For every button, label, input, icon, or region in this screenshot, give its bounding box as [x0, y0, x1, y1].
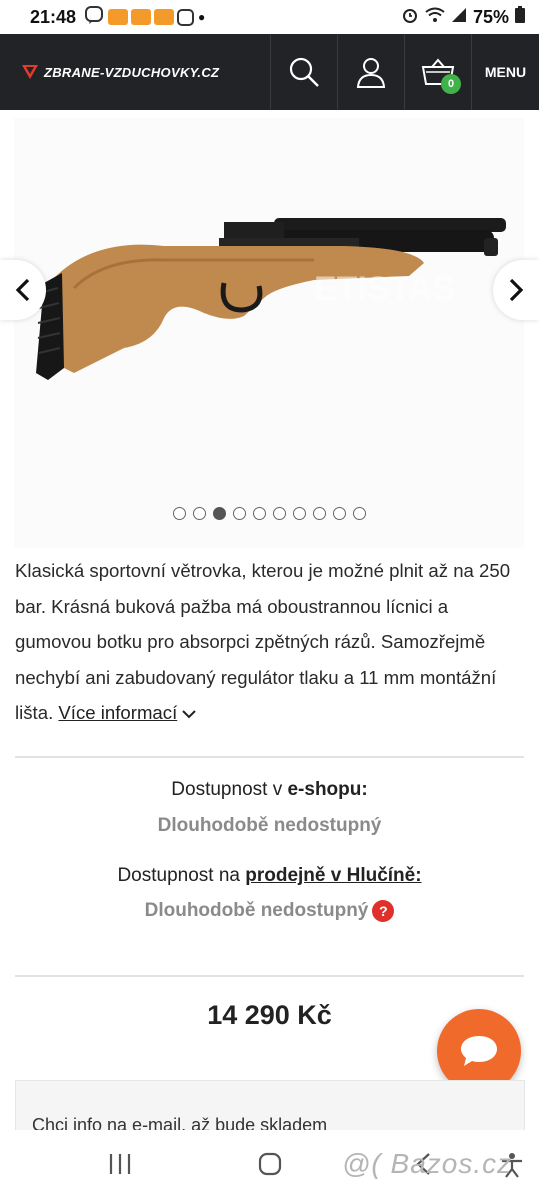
chevron-down-icon[interactable] [182, 709, 197, 719]
wifi-icon [425, 7, 445, 28]
account-button[interactable] [337, 34, 404, 110]
chevron-left-icon [15, 278, 30, 302]
chat-bubble-icon [461, 1036, 497, 1066]
gallery-dot[interactable] [333, 507, 346, 520]
search-button[interactable] [270, 34, 337, 110]
gallery-dot[interactable] [253, 507, 266, 520]
user-icon [356, 58, 386, 88]
chevron-right-icon [509, 278, 524, 302]
gallery-dot[interactable] [273, 507, 286, 520]
logo-mark-icon [22, 65, 38, 79]
site-header: ZBRANE-VZDUCHOVKY.CZ 0 MENU [0, 34, 539, 110]
divider [15, 756, 524, 758]
dot-indicator-icon: ● [198, 10, 206, 24]
battery-icon [515, 6, 525, 28]
home-button[interactable] [258, 1152, 282, 1181]
status-bar: 21:48 ● 75% [0, 0, 539, 34]
help-icon[interactable]: ? [372, 900, 395, 922]
eshop-availability-label: Dostupnost v e-shopu: [171, 779, 368, 800]
bazos-watermark: @( Bazos.cz [342, 1148, 513, 1179]
gallery-dot[interactable] [213, 507, 226, 520]
divider [15, 975, 524, 977]
store-link[interactable]: prodejně v Hlučíně: [245, 865, 421, 886]
menu-button[interactable]: MENU [471, 34, 539, 110]
gallery-dot[interactable] [173, 507, 186, 520]
gallery-dots [0, 507, 539, 520]
gallery-dot[interactable] [353, 507, 366, 520]
cart-button[interactable]: 0 [404, 34, 471, 110]
home-icon [258, 1152, 282, 1176]
viber-icon [84, 5, 104, 30]
notification-app-icon [131, 9, 152, 25]
product-gallery: ETISTAS [0, 110, 539, 548]
search-icon [289, 57, 319, 87]
gallery-dot[interactable] [233, 507, 246, 520]
gallery-dot[interactable] [293, 507, 306, 520]
product-image[interactable]: ETISTAS [14, 118, 524, 548]
eshop-label: e-shopu: [287, 779, 368, 800]
gallery-dot[interactable] [193, 507, 206, 520]
notification-app-icon [108, 9, 129, 25]
air-rifle-image: ETISTAS [36, 218, 506, 380]
recent-apps-icon [109, 1154, 131, 1174]
notification-app-icon [177, 8, 195, 26]
site-logo[interactable]: ZBRANE-VZDUCHOVKY.CZ [0, 34, 270, 110]
recent-apps-button[interactable] [108, 1152, 132, 1181]
description-text: Klasická sportovní větrovka, kterou je m… [15, 560, 511, 723]
notification-app-icon [154, 9, 175, 25]
store-availability-status: Dlouhodobě nedostupný? [0, 900, 539, 922]
svg-text:ETISTAS: ETISTAS [314, 270, 455, 308]
cart-count-badge: 0 [441, 74, 461, 94]
gallery-dot[interactable] [313, 507, 326, 520]
product-description: Klasická sportovní větrovka, kterou je m… [15, 553, 525, 731]
signal-icon [451, 7, 467, 28]
logo-text: ZBRANE-VZDUCHOVKY.CZ [44, 64, 220, 80]
more-info-link[interactable]: Více informací [58, 702, 177, 723]
store-availability-label: Dostupnost na prodejně v Hlučíně: [117, 865, 422, 886]
battery-percent: 75% [472, 6, 509, 27]
eshop-availability-status: Dlouhodobě nedostupný [157, 815, 382, 836]
status-time: 21:48 [30, 6, 77, 27]
alarm-icon [401, 6, 419, 29]
